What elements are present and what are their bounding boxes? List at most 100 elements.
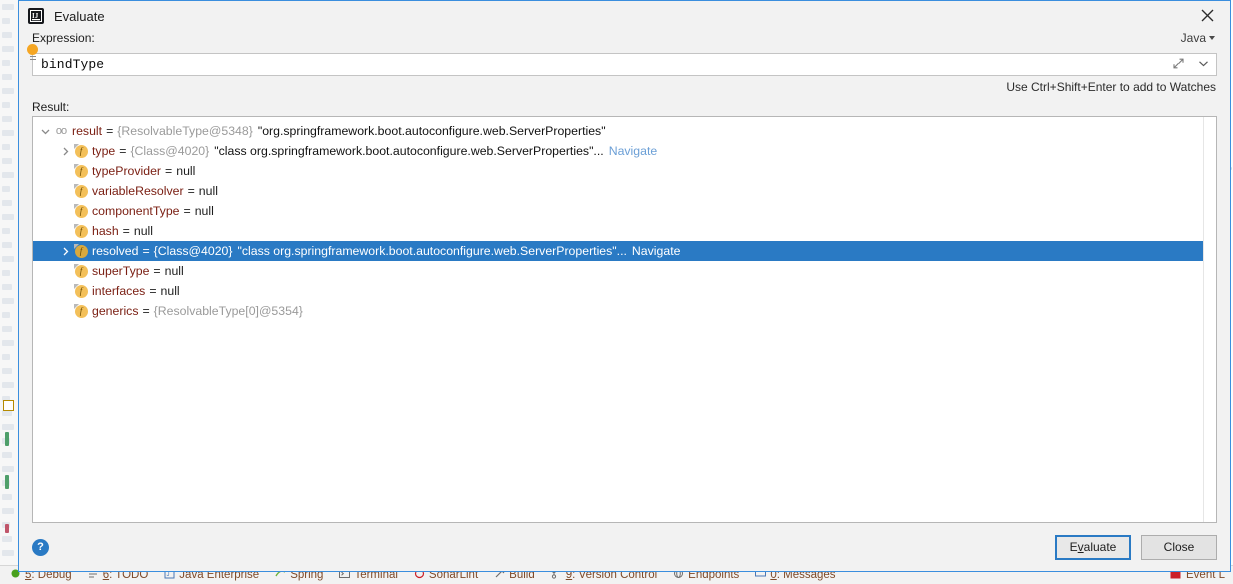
- gutter-line-number: [2, 32, 12, 38]
- result-label: Result:: [32, 99, 70, 114]
- chevron-right-icon[interactable]: [57, 147, 73, 156]
- gutter-line-number: [2, 214, 14, 220]
- result-tree-row[interactable]: f resolved = {Class@4020} "class org.springf…: [33, 241, 1203, 261]
- gutter-line-number: [2, 368, 12, 374]
- field-icon: f: [73, 244, 89, 258]
- tree-navigate-link[interactable]: Navigate: [627, 244, 681, 258]
- gutter-line-number: [2, 46, 14, 52]
- tree-node-null-value: null: [198, 184, 218, 198]
- gutter-line-number: [2, 102, 10, 108]
- gutter-line-number: [2, 158, 12, 164]
- expression-field-wrapper: bindType: [27, 44, 1217, 76]
- gutter-line-number: [2, 200, 12, 206]
- gutter-line-number: [2, 116, 12, 122]
- expression-input[interactable]: bindType: [32, 53, 1217, 76]
- tree-node-equals: =: [183, 204, 191, 218]
- dialog-title: Evaluate: [54, 8, 105, 24]
- language-selector[interactable]: Java: [1181, 31, 1217, 45]
- tree-node-name: componentType: [92, 204, 180, 218]
- code-fold-icon[interactable]: [3, 400, 14, 411]
- field-icon: f: [73, 144, 89, 158]
- chevron-right-icon[interactable]: [57, 247, 73, 256]
- gutter-line-number: [2, 550, 14, 556]
- gutter-line-number: [2, 130, 14, 136]
- watches-hint-row: Use Ctrl+Shift+Enter to add to Watches: [32, 76, 1217, 97]
- tree-node-name: resolved: [92, 244, 139, 258]
- tree-node-name: typeProvider: [92, 164, 162, 178]
- expand-diagonal-icon[interactable]: [1172, 57, 1185, 70]
- gutter-line-number: [2, 340, 14, 346]
- result-tree-row[interactable]: f variableResolver = null: [33, 181, 1203, 201]
- tree-navigate-link[interactable]: Navigate: [604, 144, 658, 158]
- lightbulb-icon[interactable]: [27, 44, 38, 55]
- expression-label: Expression:: [32, 31, 95, 45]
- tree-node-null-value: null: [176, 164, 196, 178]
- result-tree-row[interactable]: oo result = {ResolvableType@5348} "org.sprin…: [33, 121, 1203, 141]
- gutter-line-number: [2, 4, 14, 10]
- field-icon: f: [73, 204, 89, 218]
- tree-node-name: generics: [92, 304, 139, 318]
- tree-node-name: superType: [92, 264, 150, 278]
- result-tree-row[interactable]: f type = {Class@4020} "class org.springframe…: [33, 141, 1203, 161]
- gutter-line-number: [2, 60, 10, 66]
- gutter-line-number: [2, 242, 12, 248]
- result-tree-scrollbar[interactable]: [1203, 117, 1216, 522]
- tree-node-equals: =: [142, 244, 150, 258]
- result-tree-row[interactable]: f hash = null: [33, 221, 1203, 241]
- field-icon: f: [73, 224, 89, 238]
- gutter-line-number: [2, 144, 10, 150]
- evaluate-button[interactable]: Ev aluate: [1055, 534, 1131, 560]
- gutter-line-number: [2, 228, 10, 234]
- result-tree-row[interactable]: f superType = null: [33, 261, 1203, 281]
- gutter-line-number: [2, 186, 10, 192]
- footer-button-group: Ev aluate Close: [1055, 534, 1217, 560]
- gutter-line-number: [2, 88, 14, 94]
- result-tree-row[interactable]: f generics = {ResolvableType[0]@5354}: [33, 301, 1203, 321]
- chevron-down-icon: [1209, 36, 1215, 40]
- gutter-line-number: [2, 256, 14, 262]
- dialog-footer: ? Ev aluate Close: [19, 523, 1230, 571]
- tree-node-reference: {Class@4020}: [153, 244, 233, 258]
- help-button[interactable]: ?: [32, 538, 49, 556]
- tree-node-equals: =: [153, 264, 161, 278]
- tree-node-equals: =: [149, 284, 157, 298]
- result-tree[interactable]: oo result = {ResolvableType@5348} "org.sprin…: [33, 117, 1203, 522]
- gutter-line-number: [2, 74, 12, 80]
- intellij-idea-icon: IJ: [28, 8, 44, 24]
- dialog-title-bar: IJ Evaluate: [19, 1, 1230, 31]
- tree-node-reference: {Class@4020}: [130, 144, 210, 158]
- chevron-down-icon[interactable]: [37, 127, 53, 136]
- field-icon: f: [73, 284, 89, 298]
- gutter-line-number: [2, 326, 12, 332]
- tree-node-string-value: "class org.springframework.boot.autoconf…: [214, 144, 604, 158]
- tree-node-null-value: null: [194, 204, 214, 218]
- result-tree-row[interactable]: f interfaces = null: [33, 281, 1203, 301]
- tree-node-equals: =: [187, 184, 195, 198]
- gutter-line-number: [2, 354, 10, 360]
- close-button[interactable]: Close: [1141, 534, 1217, 560]
- close-icon[interactable]: [1184, 1, 1230, 30]
- gutter-line-number: [2, 270, 10, 276]
- result-tree-row[interactable]: f componentType = null: [33, 201, 1203, 221]
- field-icon: f: [73, 264, 89, 278]
- gutter-line-number: [2, 312, 10, 318]
- tree-node-equals: =: [119, 144, 127, 158]
- vcs-change-marker: [5, 524, 9, 533]
- tree-node-name: hash: [92, 224, 119, 238]
- result-label-row: Result:: [32, 97, 1217, 116]
- result-tree-row[interactable]: f typeProvider = null: [33, 161, 1203, 181]
- dialog-body: Expression: Java bindType Use Ctrl+Shift…: [19, 31, 1230, 523]
- gutter-line-number: [2, 284, 12, 290]
- tree-node-null-value: null: [133, 224, 154, 238]
- gutter-line-number: [2, 536, 12, 542]
- gutter-line-number: [2, 494, 12, 500]
- evaluate-dialog: IJ Evaluate Expression: Java bindType Us…: [18, 0, 1231, 572]
- evaluate-button-label-rest: aluate: [1083, 540, 1117, 554]
- lightbulb-stem-icon: [30, 56, 36, 64]
- tree-node-reference: {ResolvableType[0]@5354}: [153, 304, 303, 318]
- watches-hint-text: Use Ctrl+Shift+Enter to add to Watches: [1006, 79, 1216, 94]
- tree-node-name: interfaces: [92, 284, 146, 298]
- field-icon: f: [73, 164, 89, 178]
- expression-history-chevron-down-icon[interactable]: [1197, 57, 1210, 70]
- vcs-change-marker: [5, 475, 9, 489]
